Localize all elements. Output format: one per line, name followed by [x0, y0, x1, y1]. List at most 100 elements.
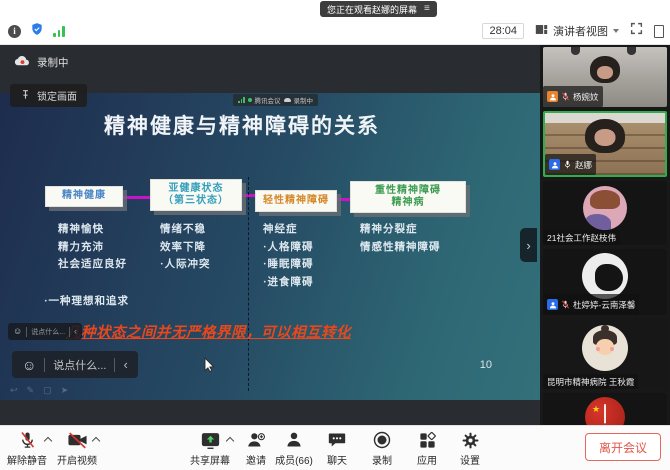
participant-name: 杨婉妏 [573, 91, 599, 103]
meeting-window: 您正在观看赵娜的屏幕 ≡ i 28:04 演讲者视图 [0, 0, 670, 470]
security-shield-icon[interactable] [30, 22, 44, 41]
participant-label: 昆明市精神病院 王秋霞 [543, 374, 638, 389]
avatar-cat [595, 264, 623, 291]
network-signal-icon[interactable] [53, 26, 65, 37]
recording-label: 录制中 [37, 55, 69, 70]
os-top-strip: 您正在观看赵娜的屏幕 ≡ [0, 0, 670, 18]
slide-note: ·一种理想和追求 [44, 293, 129, 308]
participant-name: 昆明市精神病院 王秋霞 [547, 376, 634, 388]
topbar-controls-group: 28:04 演讲者视图 [482, 18, 664, 44]
avatar-hair-bun [601, 325, 609, 332]
collapse-chat-icon[interactable]: ‹ [123, 358, 127, 371]
unmute-button[interactable]: 解除静音 [0, 430, 54, 467]
settings-button[interactable]: 设置 [442, 430, 498, 467]
divider [26, 327, 27, 337]
shared-screen-area: 录制中 锁定画面 腾讯会议 录制中 精神健康与精神障碍的关系 精神健康 [0, 45, 540, 425]
start-video-button[interactable]: 开启视频 [50, 430, 104, 467]
symptom-item: ·进食障碍 [263, 274, 314, 292]
recording-cloud-icon [14, 55, 31, 70]
divider [114, 358, 115, 372]
meeting-topbar: i 28:04 演讲者视图 [0, 18, 670, 45]
chat-icon [327, 430, 347, 450]
participant-tile[interactable]: 21社会工作赵枝伟 [543, 181, 667, 245]
symptom-column-3: 神经症 ·人格障碍 ·睡眠障碍 ·进食障碍 [263, 221, 314, 291]
camera-off-icon [67, 430, 88, 450]
avatar [582, 325, 628, 371]
meeting-status-pill: 腾讯会议 录制中 [233, 94, 318, 106]
symptom-item: 情感性精神障碍 [360, 239, 441, 257]
leave-meeting-button[interactable]: 离开会议 [585, 433, 661, 461]
symptom-item: 精神愉快 [58, 221, 127, 239]
avatar [583, 186, 627, 230]
stage-box-label: 亚健康状态 [169, 183, 224, 196]
person-face [597, 66, 613, 79]
participant-name: 赵娜 [575, 159, 592, 171]
meeting-info-icon[interactable]: i [8, 25, 21, 38]
invite-label: 邀请 [246, 452, 266, 467]
app-name-label: 腾讯会议 [255, 95, 281, 105]
fullscreen-icon[interactable] [630, 22, 643, 40]
video-options-chevron[interactable] [93, 438, 99, 444]
participant-tile[interactable]: 昆明市精神病院 王秋霞 [543, 319, 667, 389]
dashed-divider [248, 177, 249, 391]
participant-tile-partial[interactable]: ★ [543, 393, 667, 425]
watching-screen-text: 您正在观看赵娜的屏幕 [327, 3, 417, 16]
apps-icon [418, 430, 437, 450]
symptom-item: 社会适应良好 [58, 256, 127, 274]
divider [44, 358, 45, 372]
record-icon [372, 430, 392, 450]
mic-muted-icon [561, 88, 570, 106]
symptom-column-1: 精神愉快 精力充沛 社会适应良好 [58, 221, 127, 274]
online-dot-icon [248, 98, 252, 102]
participant-tile-active-speaker[interactable]: 赵娜 [543, 111, 667, 177]
pen-icon[interactable]: ✎ [27, 385, 35, 396]
participant-tile[interactable]: 杨婉妏 [543, 47, 667, 107]
stage-box-label: 精神健康 [62, 190, 106, 203]
symptom-item: ·睡眠障碍 [263, 256, 314, 274]
emoji-icon[interactable]: ☺ [22, 358, 36, 372]
watching-screen-banner[interactable]: 您正在观看赵娜的屏幕 ≡ [320, 1, 437, 17]
stage-box-label: （第三状态） [163, 195, 229, 208]
stage-box-label: 重性精神障碍 [375, 185, 441, 198]
participant-label: 杜婷婷-云南泽馨 [543, 294, 639, 315]
symptom-column-4: 精神分裂症 情感性精神障碍 [360, 221, 441, 256]
divider [69, 327, 70, 337]
pin-icon [20, 89, 31, 103]
meeting-timer: 28:04 [482, 23, 524, 39]
sidebar-layout-icon[interactable] [654, 25, 664, 38]
chat-bubble-mini[interactable]: ☺ 说点什么... ‹ [8, 323, 82, 340]
host-badge-icon [547, 91, 558, 102]
collapse-chat-icon[interactable]: ‹ [74, 327, 77, 336]
invite-icon [246, 430, 266, 450]
mic-muted-icon [18, 430, 37, 450]
lock-view-button[interactable]: 锁定画面 [10, 84, 87, 107]
arrow-icon[interactable]: ➤ [61, 385, 69, 396]
unmute-label: 解除静音 [7, 452, 47, 467]
layout-view-icon [535, 23, 548, 39]
stage-box-mental-health: 精神健康 [45, 186, 123, 207]
symptom-item: 精神分裂症 [360, 221, 441, 239]
banner-menu-icon[interactable]: ≡ [424, 4, 430, 14]
stage-box-label: 精神病 [392, 197, 425, 210]
avatar [582, 253, 628, 299]
chat-placeholder: 说点什么... [53, 357, 106, 373]
mic-on-icon [563, 156, 572, 174]
symptom-item: ·人格障碍 [263, 239, 314, 257]
participant-name: 杜婷婷-云南泽馨 [573, 299, 635, 311]
shape-icon[interactable]: ▢ [43, 385, 52, 396]
person-face [595, 129, 616, 146]
sidebar-collapse-tab[interactable]: › [520, 228, 537, 262]
members-icon [284, 430, 304, 450]
chevron-right-icon: › [526, 238, 530, 253]
share-screen-label: 共享屏幕 [190, 452, 230, 467]
collapse-tiles-chevron[interactable] [604, 404, 606, 422]
participant-label: 21社会工作赵枝伟 [543, 230, 620, 245]
chat-quick-input[interactable]: ☺ 说点什么... ‹ [12, 351, 138, 378]
participant-tile[interactable]: 杜婷婷-云南泽馨 [543, 249, 667, 315]
undo-icon[interactable]: ↩ [10, 385, 18, 396]
member-badge-icon [547, 299, 558, 310]
symptom-item: ·人际冲突 [160, 256, 211, 274]
mouse-cursor [204, 357, 215, 377]
view-mode-selector[interactable]: 演讲者视图 [535, 23, 619, 39]
presentation-slide: 精神健康与精神障碍的关系 精神健康 亚健康状态 （第三状态） 轻性精神障碍 重性… [0, 93, 540, 400]
